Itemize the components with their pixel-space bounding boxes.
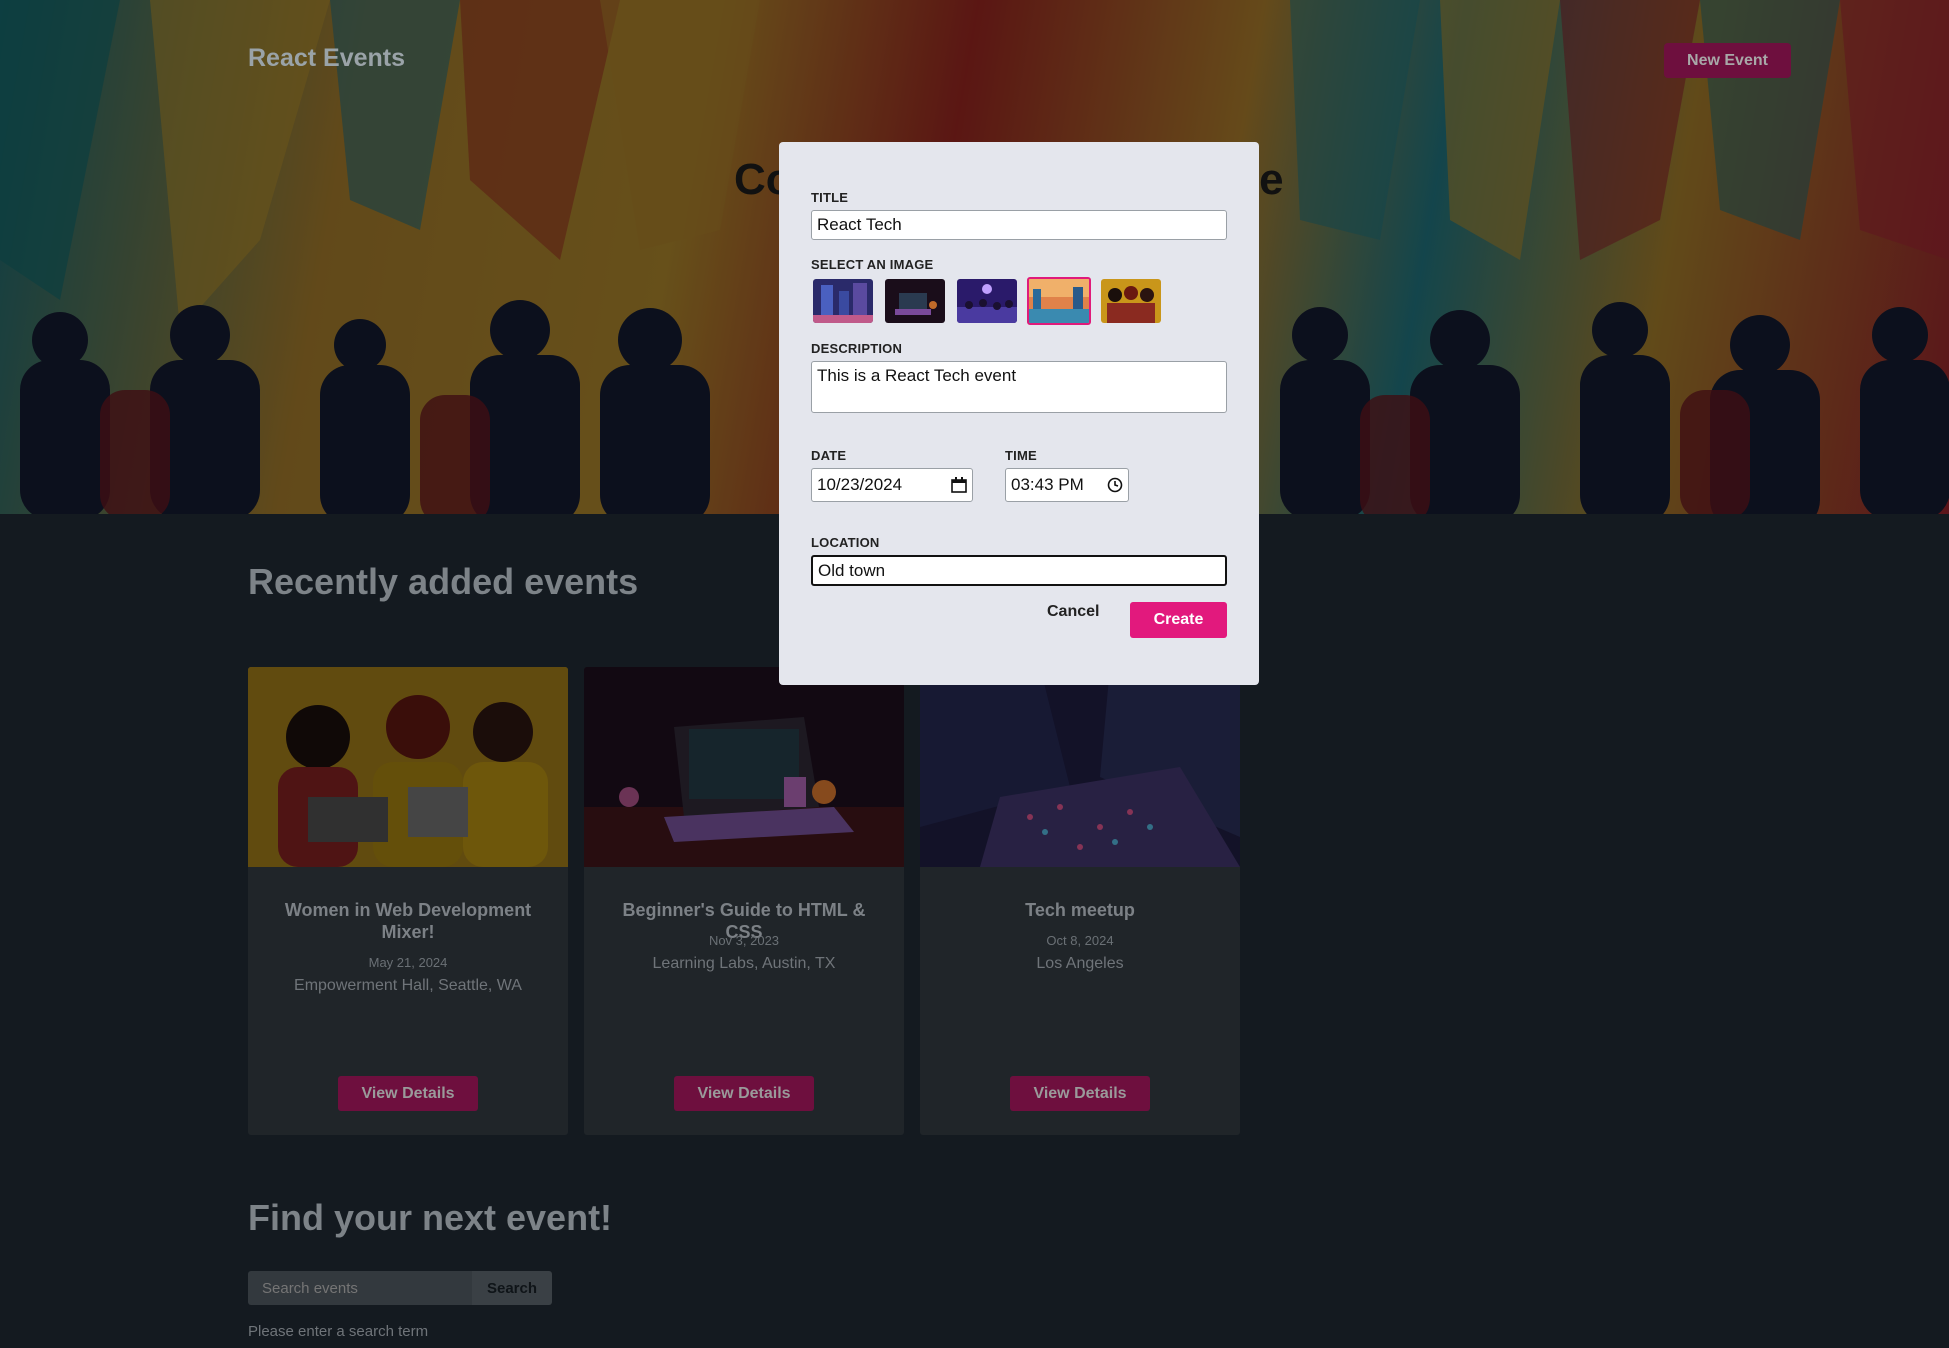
clock-icon[interactable] [1107,477,1123,493]
cancel-button[interactable]: Cancel [1041,602,1105,622]
search-input[interactable] [248,1271,472,1305]
event-date: May 21, 2024 [368,955,448,970]
new-event-dialog: TITLE React Tech SELECT AN IMAGE DESCRIP… [779,142,1259,685]
image-option[interactable] [885,279,945,323]
location-value: Old town [818,560,886,580]
event-card: Women in Web Development Mixer! May 21, … [248,667,568,1135]
date-value: 10/23/2024 [817,475,903,494]
image-option[interactable] [957,279,1017,323]
title-input-value: React Tech [817,215,902,234]
search-button[interactable]: Search [472,1271,552,1305]
event-title[interactable]: Women in Web Development Mixer! [268,899,548,943]
view-details-button[interactable]: View Details [674,1076,814,1111]
event-card-list: Women in Web Development Mixer! May 21, … [248,667,1240,1135]
image-option[interactable] [813,279,873,323]
location-input[interactable]: Old town [811,555,1227,586]
new-event-button[interactable]: New Event [1664,43,1791,78]
title-label: TITLE [811,190,849,205]
event-card: Tech meetup Oct 8, 2024 Los Angeles View… [920,667,1240,1135]
image-option[interactable] [1101,279,1161,323]
select-image-label: SELECT AN IMAGE [811,257,934,272]
date-input[interactable]: 10/23/2024 [811,468,973,502]
date-label: DATE [811,448,847,463]
search-bar: Search [248,1271,552,1305]
event-card: Beginner's Guide to HTML & CSS Nov 3, 20… [584,667,904,1135]
view-details-button[interactable]: View Details [338,1076,478,1111]
description-textarea[interactable]: This is a React Tech event [811,361,1227,413]
event-image [248,667,568,867]
event-location: Empowerment Hall, Seattle, WA [294,977,522,994]
event-title[interactable]: Tech meetup [940,899,1220,921]
time-label: TIME [1005,448,1037,463]
time-value: 03:43 PM [1011,475,1084,494]
event-location: Los Angeles [1036,955,1124,972]
event-date: Nov 3, 2023 [708,933,780,948]
brand-logo[interactable]: React Events [248,44,405,73]
time-input[interactable]: 03:43 PM [1005,468,1129,502]
recent-events-title: Recently added events [248,561,639,602]
event-date: Oct 8, 2024 [1046,933,1114,948]
view-details-button[interactable]: View Details [1010,1076,1150,1111]
create-button[interactable]: Create [1130,602,1227,638]
image-option-selected[interactable] [1027,277,1091,325]
description-value: This is a React Tech event [817,366,1017,385]
title-input[interactable]: React Tech [811,210,1227,240]
event-location: Learning Labs, Austin, TX [652,955,836,972]
event-image [584,667,904,867]
description-label: DESCRIPTION [811,341,903,356]
search-hint: Please enter a search term [248,1323,429,1340]
event-image [920,667,1240,867]
find-event-title: Find your next event! [248,1197,613,1238]
calendar-icon[interactable] [951,477,967,493]
location-label: LOCATION [811,535,880,550]
